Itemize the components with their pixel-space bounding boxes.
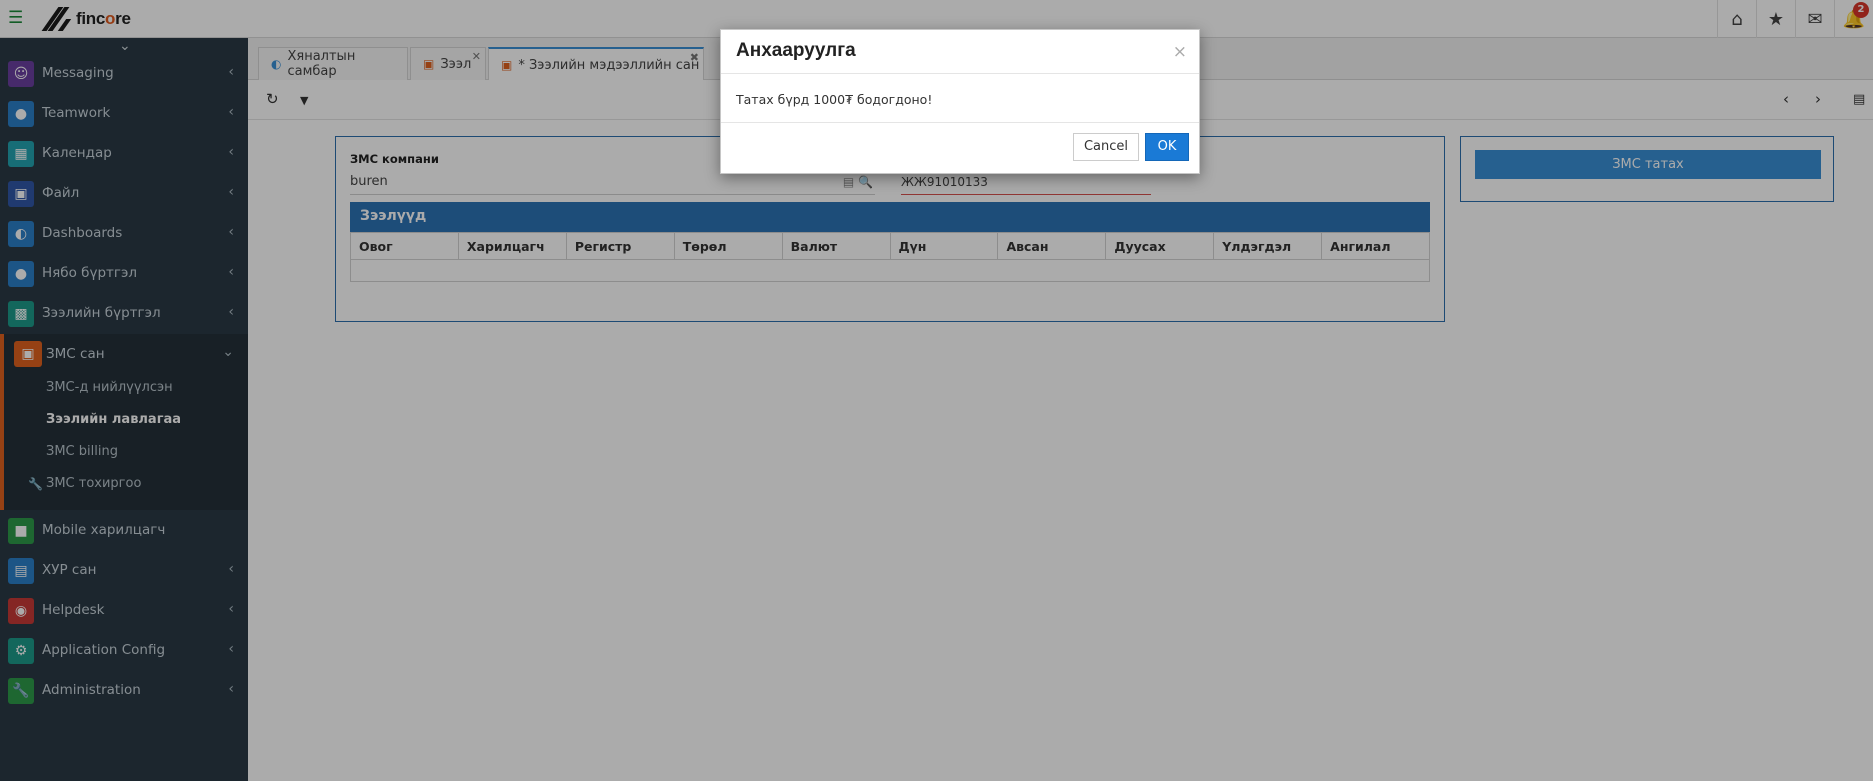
ok-button[interactable]: OK	[1145, 133, 1189, 161]
close-icon[interactable]: ×	[1173, 42, 1187, 62]
dialog-footer: Cancel OK	[721, 122, 1199, 174]
cancel-button[interactable]: Cancel	[1073, 133, 1139, 161]
dialog-title: Анхааруулга	[736, 40, 856, 61]
dialog-header: Анхааруулга ×	[721, 30, 1199, 74]
warning-dialog: Анхааруулга × Татах бүрд 1000₮ бодогдоно…	[720, 29, 1200, 174]
dialog-message: Татах бүрд 1000₮ бодогдоно!	[736, 92, 933, 107]
